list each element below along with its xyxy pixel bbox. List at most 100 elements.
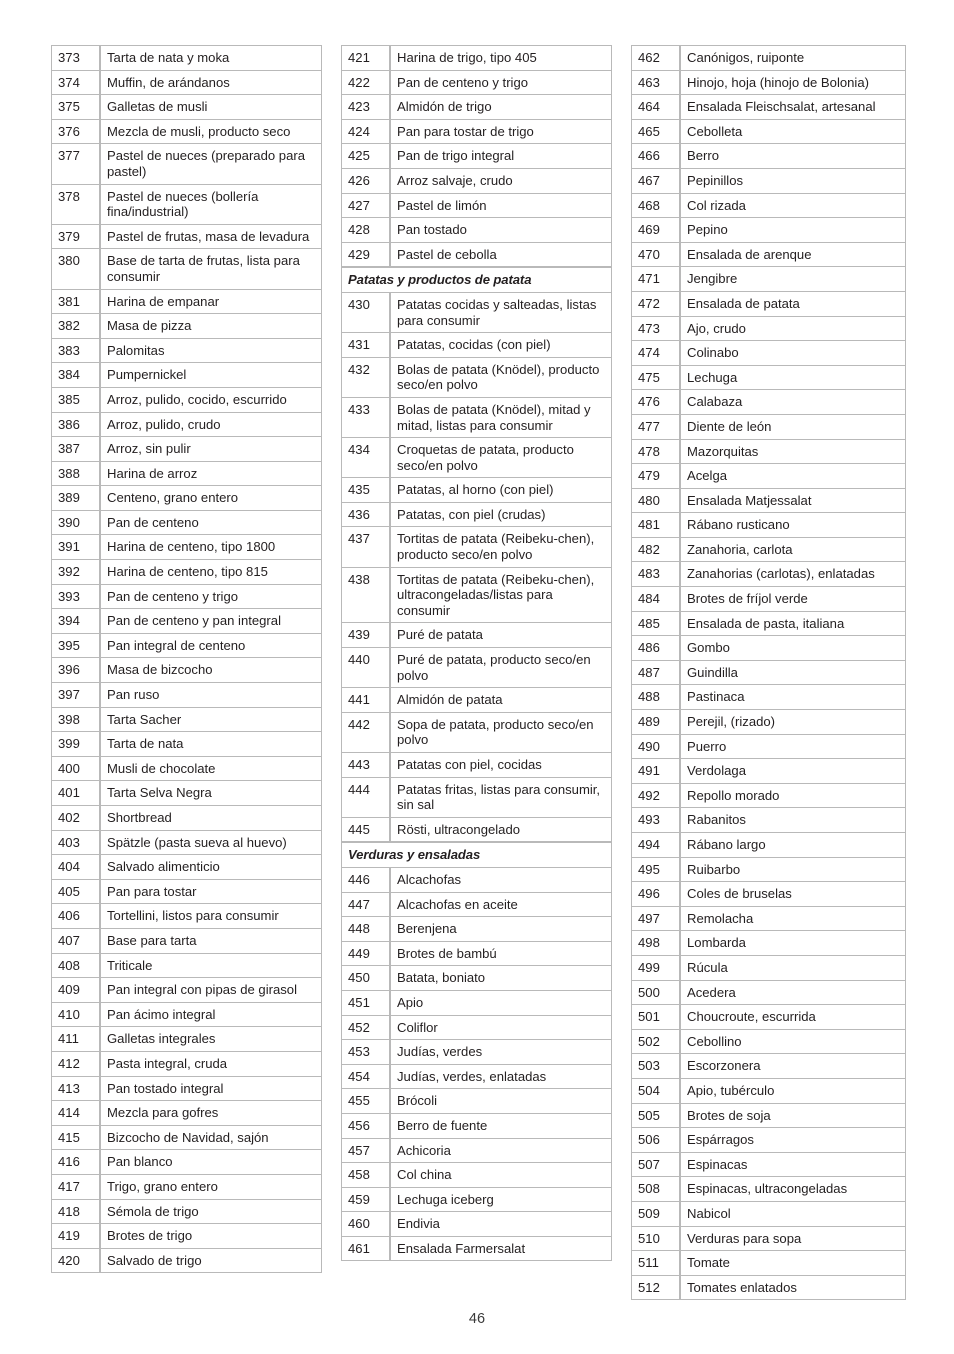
entry-number: 393	[51, 584, 100, 610]
entry-number: 378	[51, 184, 100, 225]
entry-number: 450	[341, 966, 390, 991]
table-row: 374 Muffin, de arándanos	[51, 70, 322, 96]
table-row: 405 Pan para tostar	[51, 879, 322, 905]
entry-name: Sopa de patata, producto seco/en polvo	[390, 712, 612, 753]
entry-name: Canónigos, ruiponte	[680, 45, 906, 71]
entry-number: 425	[341, 144, 390, 169]
table-row: 384 Pumpernickel	[51, 363, 322, 388]
table-row: 444 Patatas fritas, listas para consumir,…	[341, 777, 612, 818]
table-row: 437 Tortitas de patata (Reibeku-chen), pr…	[341, 527, 612, 568]
table-row: 469 Pepino	[631, 218, 906, 243]
entry-number: 479	[631, 464, 680, 489]
table-row: 447 Alcachofas en aceite	[341, 892, 612, 918]
entry-name: Harina de centeno, tipo 815	[100, 560, 322, 585]
entry-number: 394	[51, 609, 100, 634]
table-row: 409 Pan integral con pipas de girasol	[51, 978, 322, 1003]
table-row: 406 Tortellini, listos para consumir	[51, 904, 322, 929]
section-header-label: Verduras y ensaladas	[341, 842, 612, 868]
entry-number: 467	[631, 168, 680, 194]
entry-name: Pumpernickel	[100, 363, 322, 388]
entry-name: Apio, tubérculo	[680, 1078, 906, 1104]
table-row: 489 Perejil, (rizado)	[631, 710, 906, 735]
entry-number: 473	[631, 316, 680, 342]
entry-number: 413	[51, 1076, 100, 1102]
entry-number: 442	[341, 712, 390, 753]
entry-number: 511	[631, 1251, 680, 1276]
entry-number: 430	[341, 292, 390, 334]
table-row: 376 Mezcla de musli, producto seco	[51, 119, 322, 145]
entry-number: 458	[341, 1163, 390, 1188]
entry-name: Galletas de musli	[100, 95, 322, 120]
entry-name: Pan tostado integral	[100, 1076, 322, 1102]
table-row: 462 Canónigos, ruiponte	[631, 45, 906, 71]
entry-number: 504	[631, 1078, 680, 1104]
entry-number: 387	[51, 437, 100, 462]
entry-name: Repollo morado	[680, 783, 906, 809]
entry-name: Patatas, cocidas (con piel)	[390, 333, 612, 358]
table-row: 449 Brotes de bambú	[341, 941, 612, 967]
table-row: 429 Pastel de cebolla	[341, 242, 612, 268]
entry-number: 474	[631, 341, 680, 366]
entry-number: 483	[631, 562, 680, 588]
entry-name: Achicoria	[390, 1138, 612, 1164]
table-row: 497 Remolacha	[631, 906, 906, 932]
table-row: 385 Arroz, pulido, cocido, escurrido	[51, 387, 322, 413]
entry-name: Ajo, crudo	[680, 316, 906, 342]
table-row: 491 Verdolaga	[631, 759, 906, 784]
entry-number: 395	[51, 633, 100, 659]
entry-number: 374	[51, 70, 100, 96]
table-row: 510 Verduras para sopa	[631, 1226, 906, 1252]
table-row: 479 Acelga	[631, 464, 906, 489]
table-row: 392 Harina de centeno, tipo 815	[51, 560, 322, 585]
entry-number: 472	[631, 291, 680, 317]
table-row: 415 Bizcocho de Navidad, sajón	[51, 1125, 322, 1151]
entry-name: Pan ácimo integral	[100, 1002, 322, 1028]
entry-name: Base de tarta de frutas, lista para cons…	[100, 249, 322, 290]
entry-name: Tomates enlatados	[680, 1275, 906, 1301]
entry-name: Ensalada de pasta, italiana	[680, 611, 906, 637]
index-table: 373 Tarta de nata y moka 374 Muffin, de ará…	[51, 45, 322, 1274]
entry-number: 486	[631, 636, 680, 661]
entry-name: Berro de fuente	[390, 1113, 612, 1139]
entry-number: 448	[341, 917, 390, 942]
entry-number: 412	[51, 1051, 100, 1077]
table-row: 400 Musli de chocolate	[51, 756, 322, 782]
entry-name: Verdolaga	[680, 759, 906, 784]
entry-name: Sémola de trigo	[100, 1199, 322, 1225]
table-row: 432 Bolas de patata (Knödel), producto se…	[341, 357, 612, 398]
entry-number: 435	[341, 478, 390, 503]
entry-name: Lechuga	[680, 365, 906, 391]
entry-name: Harina de empanar	[100, 289, 322, 315]
entry-name: Pan para tostar de trigo	[390, 119, 612, 145]
entry-name: Salvado alimenticio	[100, 855, 322, 880]
table-row: 379 Pastel de frutas, masa de levadura	[51, 224, 322, 250]
entry-number: 385	[51, 387, 100, 413]
entry-number: 488	[631, 685, 680, 711]
entry-name: Pan para tostar	[100, 879, 322, 905]
entry-number: 493	[631, 808, 680, 833]
entry-number: 386	[51, 412, 100, 438]
table-row: 461 Ensalada Farmersalat	[341, 1236, 612, 1262]
table-row: 411 Galletas integrales	[51, 1027, 322, 1052]
entry-name: Alcachofas en aceite	[390, 892, 612, 918]
entry-number: 406	[51, 904, 100, 929]
table-row: 455 Brócoli	[341, 1089, 612, 1114]
entry-name: Trigo, grano entero	[100, 1174, 322, 1200]
entry-name: Lombarda	[680, 931, 906, 956]
entry-name: Pan tostado	[390, 218, 612, 243]
entry-number: 469	[631, 218, 680, 243]
table-row: 486 Gombo	[631, 636, 906, 661]
page-number: 46	[468, 1311, 486, 1327]
entry-name: Patatas, al horno (con piel)	[390, 478, 612, 503]
entry-name: Bolas de patata (Knödel), producto seco/…	[390, 357, 612, 398]
entry-number: 460	[341, 1212, 390, 1237]
entry-name: Brotes de trigo	[100, 1224, 322, 1249]
entry-name: Almidón de patata	[390, 688, 612, 713]
table-row: 445 Rösti, ultracongelado	[341, 817, 612, 843]
table-row: 508 Espinacas, ultracongeladas	[631, 1177, 906, 1202]
table-row: 375 Galletas de musli	[51, 95, 322, 120]
table-row: 414 Mezcla para gofres	[51, 1101, 322, 1126]
entry-name: Zanahorias (carlotas), enlatadas	[680, 562, 906, 588]
entry-number: 423	[341, 95, 390, 120]
entry-name: Hinojo, hoja (hinojo de Bolonia)	[680, 70, 906, 96]
